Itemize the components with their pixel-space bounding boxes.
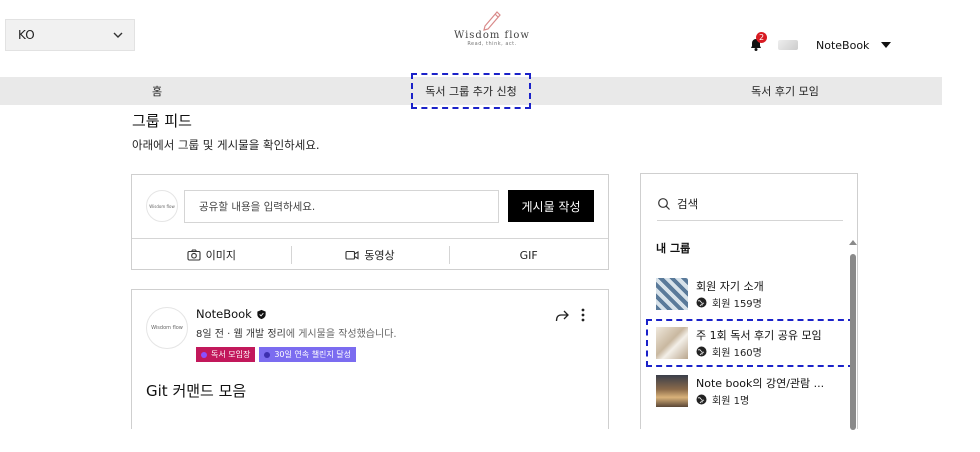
group-thumbnail (656, 375, 688, 407)
gif-label: GIF (519, 248, 538, 262)
user-avatar[interactable] (778, 40, 798, 50)
nav-item-home[interactable]: 홈 (0, 77, 314, 105)
page-description: 아래에서 그룹 및 게시물을 확인하세요. (132, 138, 320, 152)
group-members-count: 회원 160명 (712, 348, 762, 359)
post-meta-action: 에 게시물을 작성했습니다. (285, 329, 397, 340)
video-label: 동영상 (364, 249, 395, 262)
language-value: KO (18, 28, 35, 42)
language-select[interactable]: KO (5, 19, 135, 51)
badge-shield-icon (264, 351, 271, 358)
groups-sidebar: 검색 내 그룹 회원 자기 소개 회원 159명 주 1회 독서 후기 공유 모… (640, 173, 858, 430)
group-search[interactable]: 검색 (657, 187, 843, 221)
globe-icon (696, 346, 707, 357)
group-members-count: 회원 1명 (712, 396, 750, 407)
nav-item-group-request[interactable]: 독서 그룹 추가 신청 (314, 73, 628, 109)
badge-30day-challenge: 30일 연속 챌린지 달성 (259, 347, 357, 362)
group-name: 회원 자기 소개 (696, 280, 764, 293)
nav-item-review-meeting[interactable]: 독서 후기 모임 (628, 77, 942, 105)
add-image-button[interactable]: 이미지 (132, 239, 291, 271)
group-members-count: 회원 159명 (712, 299, 762, 310)
group-name: Note book의 강연/관람 ... (696, 377, 825, 390)
notification-badge: 2 (756, 32, 768, 43)
main-nav: 홈 독서 그룹 추가 신청 독서 후기 모임 (0, 73, 942, 109)
search-label: 검색 (677, 196, 699, 211)
camera-icon (187, 249, 201, 261)
username[interactable]: NoteBook (816, 39, 869, 52)
chevron-down-icon (113, 32, 123, 38)
pencil-logo-icon (483, 11, 501, 31)
group-thumbnail (656, 278, 688, 310)
post-input-placeholder: 공유할 내용을 입력하세요. (199, 201, 316, 213)
group-item[interactable]: 주 1회 독서 후기 공유 모임 회원 160명 (646, 319, 854, 367)
verified-shield-icon (257, 309, 266, 319)
group-item[interactable]: 회원 자기 소개 회원 159명 (656, 278, 846, 314)
search-icon (658, 197, 670, 210)
badge-label: 독서 모임장 (211, 350, 251, 359)
composer-avatar: Wisdom flow (146, 190, 178, 222)
media-options: 이미지 동영상 GIF (132, 239, 608, 271)
badge-label: 30일 연속 챌린지 달성 (274, 350, 352, 359)
post-meta-time[interactable]: 8일 전 · 웹 개발 정리 (196, 329, 286, 340)
sidebar-scrollbar[interactable] (850, 254, 856, 430)
group-name: 주 1회 독서 후기 공유 모임 (696, 329, 822, 342)
more-options-icon[interactable] (579, 307, 587, 323)
feed-post: Wisdom flow NoteBook 8일 전 · 웹 개발 정리에 게시물… (131, 289, 609, 429)
logo-subtitle: Read, think, act. (467, 41, 517, 47)
avatar-logo-text: Wisdom flow (149, 203, 175, 209)
caret-down-icon[interactable] (881, 42, 892, 48)
video-camera-icon (345, 250, 359, 260)
post-author-avatar[interactable]: Wisdom flow (146, 307, 188, 349)
logo-title: Wisdom flow (454, 30, 530, 41)
badge-reading-leader: 독서 모임장 (196, 347, 256, 362)
create-post-button[interactable]: 게시물 작성 (508, 190, 594, 222)
group-thumbnail (656, 327, 688, 359)
page-title: 그룹 피드 (132, 112, 192, 130)
group-members: 회원 159명 (696, 295, 764, 310)
share-icon[interactable] (554, 308, 570, 324)
post-author[interactable]: NoteBook (196, 307, 267, 321)
post-input[interactable]: 공유할 내용을 입력하세요. (184, 190, 499, 223)
site-logo[interactable]: Wisdom flow Read, think, act. (450, 6, 534, 52)
notifications-button[interactable]: 2 (748, 32, 768, 54)
post-meta: 8일 전 · 웹 개발 정리에 게시물을 작성했습니다. (196, 325, 397, 340)
post-badges: 독서 모임장 30일 연속 챌린지 달성 (196, 347, 360, 362)
badge-dot-icon (201, 351, 207, 358)
group-item[interactable]: Note book의 강연/관람 ... 회원 1명 (656, 375, 846, 411)
add-video-button[interactable]: 동영상 (290, 239, 450, 271)
my-groups-heading: 내 그룹 (656, 242, 691, 255)
add-gif-button[interactable]: GIF (449, 239, 608, 271)
avatar-logo-text: Wisdom flow (151, 325, 183, 331)
scroll-up-arrow-icon[interactable] (849, 240, 857, 245)
group-members: 회원 160명 (696, 344, 822, 359)
group-members: 회원 1명 (696, 392, 824, 407)
nav-item-label: 독서 그룹 추가 신청 (411, 73, 531, 109)
nav-item-label: 독서 후기 모임 (751, 85, 819, 98)
post-author-name: NoteBook (196, 307, 252, 321)
post-title[interactable]: Git 커맨드 모음 (146, 380, 246, 401)
globe-icon (696, 297, 707, 308)
globe-icon (696, 394, 707, 405)
post-composer: Wisdom flow 공유할 내용을 입력하세요. 게시물 작성 이미지 동영… (131, 174, 609, 270)
image-label: 이미지 (205, 249, 237, 262)
nav-item-label: 홈 (151, 85, 163, 98)
user-area: 2 NoteBook (748, 32, 892, 56)
